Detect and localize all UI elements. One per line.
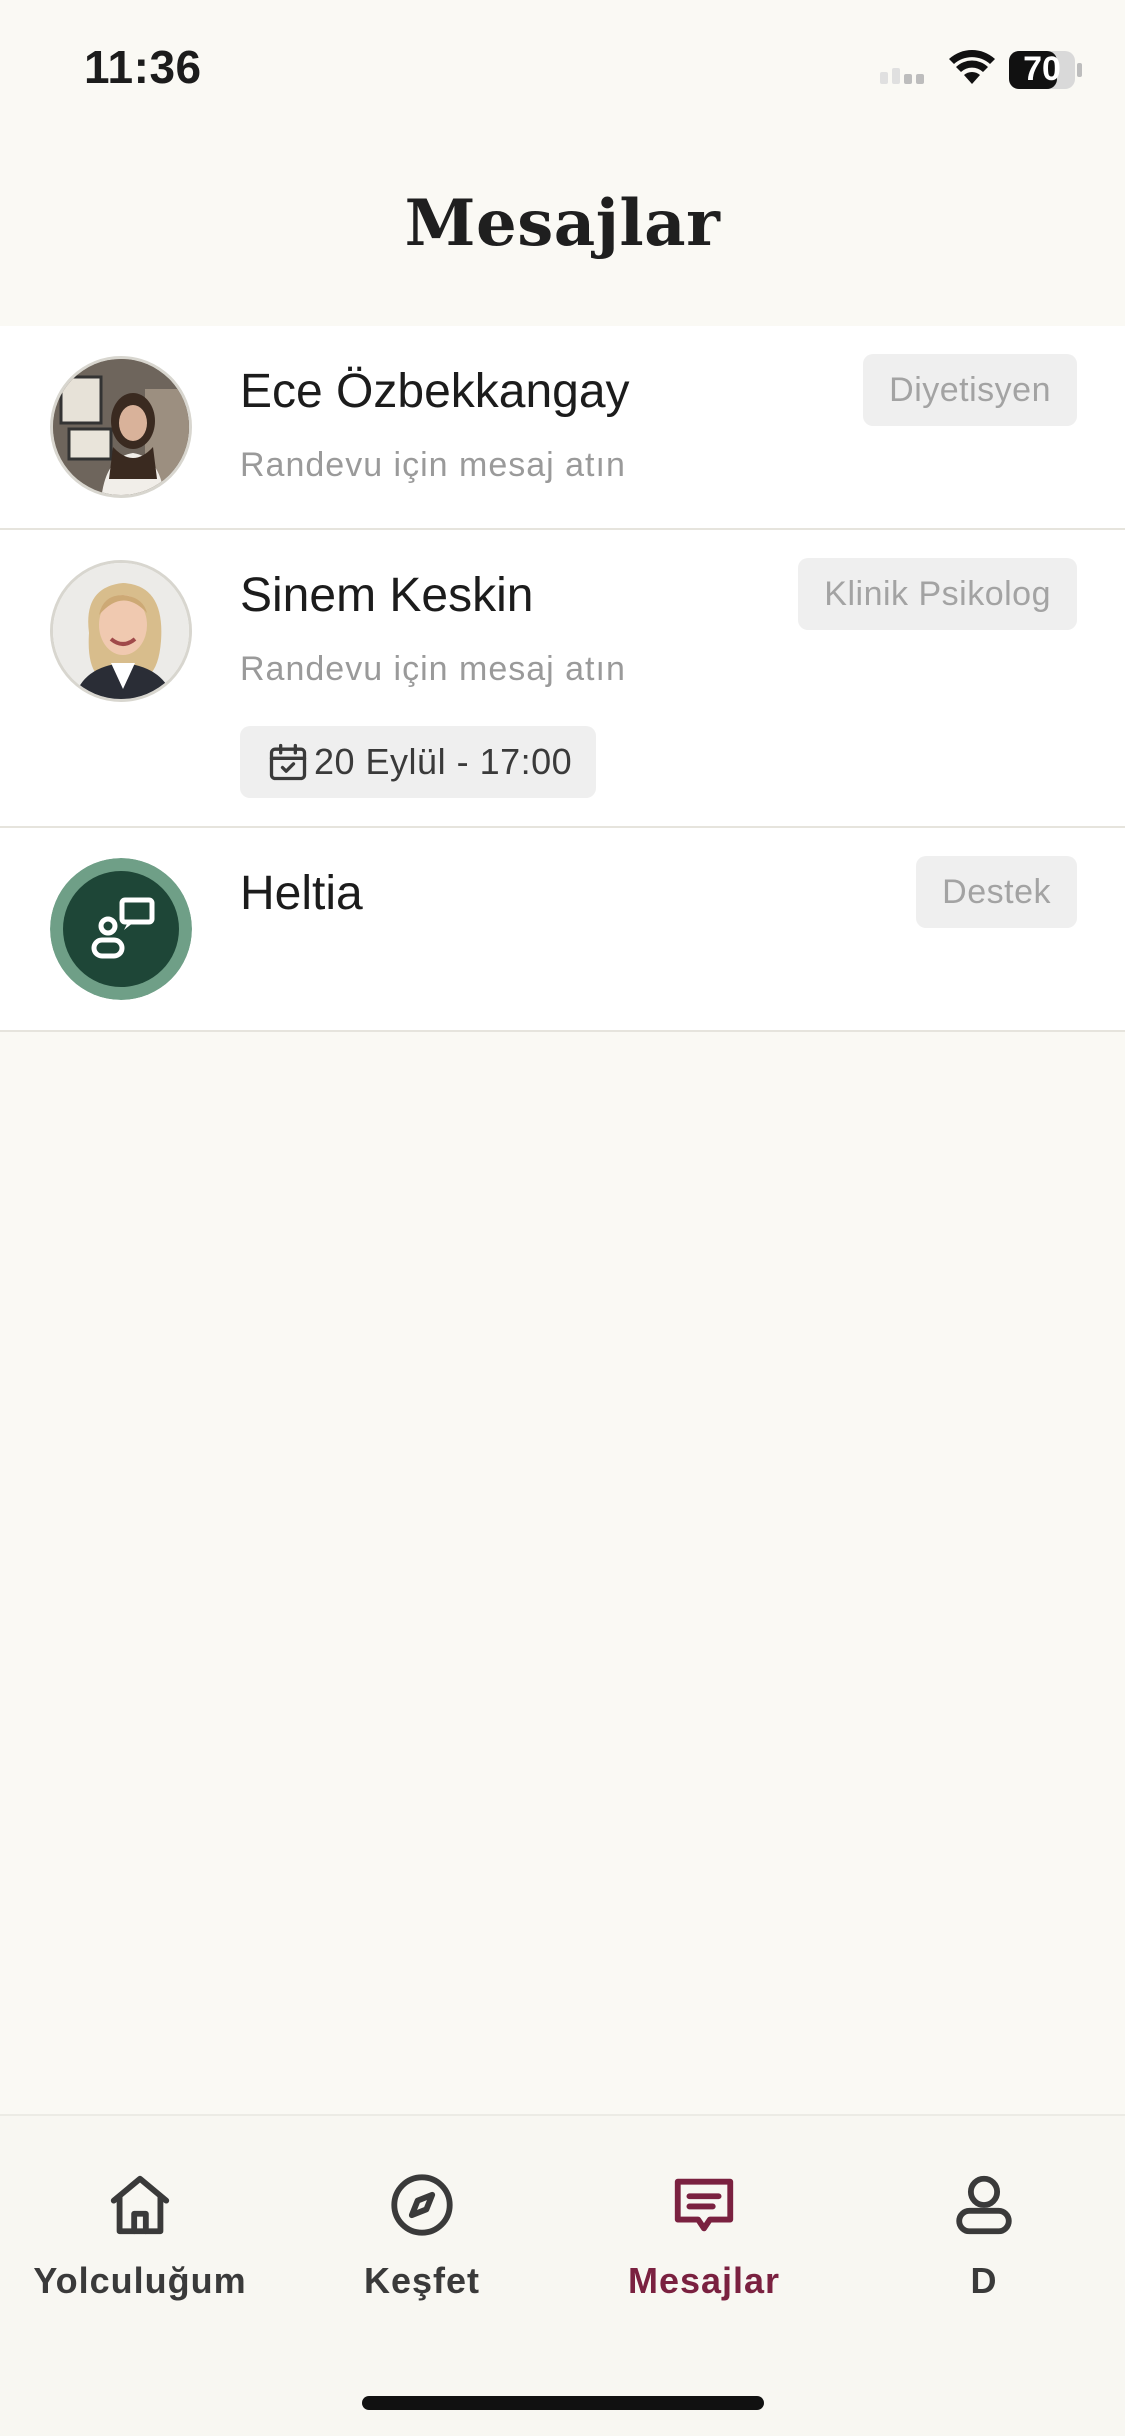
wifi-icon [949,50,995,84]
tab-label: Yolculuğum [33,2260,247,2301]
signal-icon [880,68,924,84]
tab-kesfet[interactable]: Keşfet [292,2170,552,2302]
conversation-item[interactable]: Sinem Keskin Randevu için mesaj atın Kli… [0,530,1125,828]
status-bar: 11:36 70 [0,0,1125,140]
avatar [50,356,192,498]
conversation-name: Heltia [240,867,363,920]
message-icon [674,2178,734,2232]
compass-icon [391,2174,453,2236]
calendar-check-icon [269,743,307,781]
conversation-subtitle: Randevu için mesaj atın [240,650,626,688]
page-title: Mesajlar [404,186,721,261]
tab-label: D [970,2260,998,2301]
bottom-nav: Yolculuğum Keşfet Mesajlar D [0,2114,1125,2436]
role-badge: Diyetisyen [863,354,1077,426]
battery-level: 70 [1023,50,1061,88]
conversation-item[interactable]: Ece Özbekkangay Randevu için mesaj atın … [0,326,1125,530]
tab-yolculugum[interactable]: Yolculuğum [10,2170,270,2302]
home-indicator[interactable] [362,2396,764,2410]
appointment-chip[interactable]: 20 Eylül - 17:00 [240,726,597,798]
tab-label: Keşfet [363,2260,481,2301]
avatar [50,560,192,702]
role-badge: Klinik Psikolog [798,558,1077,630]
avatar [50,858,192,1000]
status-time: 11:36 [84,41,202,93]
role-badge: Destek [916,856,1077,928]
tab-mesajlar[interactable]: Mesajlar [574,2170,834,2302]
appointment-time: 20 Eylül - 17:00 [314,741,573,782]
conversation-name: Sinem Keskin [240,569,534,622]
conversation-name: Ece Özbekkangay [240,365,630,418]
tab-profile[interactable]: D [854,2170,1114,2302]
support-chat-icon [50,858,192,1000]
profile-icon [956,2175,1012,2235]
conversation-item[interactable]: Heltia Destek [0,828,1125,1032]
home-icon [110,2175,170,2235]
conversation-subtitle: Randevu için mesaj atın [240,446,626,484]
conversation-list: Ece Özbekkangay Randevu için mesaj atın … [0,326,1125,1032]
tab-label: Mesajlar [627,2260,781,2301]
